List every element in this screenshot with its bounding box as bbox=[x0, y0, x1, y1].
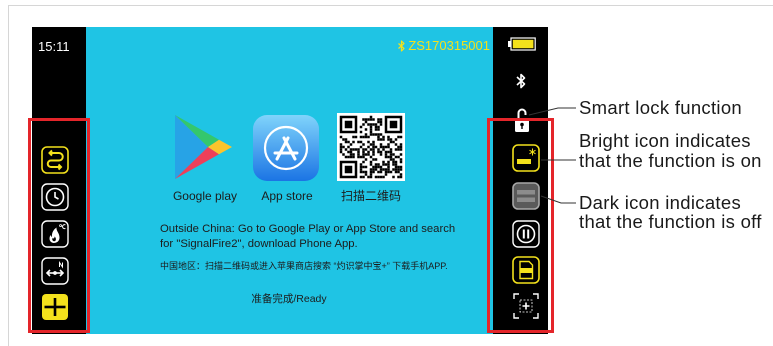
status-message: 准备完成/Ready bbox=[251, 293, 327, 305]
device-id-badge: ZS170315001 bbox=[397, 39, 490, 53]
instruction-line: Outside China: Go to Google Play or App … bbox=[160, 223, 456, 235]
right-toolbar-highlight bbox=[487, 118, 554, 333]
device-screen: 15:11 ZS170315001 Google play App store … bbox=[32, 27, 548, 334]
google-play-icon bbox=[175, 115, 232, 179]
bluetooth-status bbox=[514, 72, 528, 90]
annotation-smart-lock: Smart lock function bbox=[579, 97, 743, 118]
instruction-line: for "SignalFire2", download Phone App. bbox=[160, 238, 358, 250]
left-toolbar-highlight bbox=[28, 118, 90, 333]
battery-indicator bbox=[508, 37, 536, 51]
clock-time: 15:11 bbox=[38, 39, 70, 54]
instructions-english: Outside China: Go to Google Play or App … bbox=[160, 222, 455, 252]
instructions-chinese: 中国地区：扫描二维码或进入苹果商店搜索 “灼识掌中宝+” 下载手机APP. bbox=[160, 261, 448, 271]
main-display: ZS170315001 Google play App store 扫描二维码 … bbox=[86, 27, 493, 334]
annotation-line: that the function is on bbox=[579, 150, 762, 171]
annotation-line: Bright icon indicates bbox=[579, 130, 751, 151]
bluetooth-icon bbox=[398, 40, 405, 52]
device-id: ZS170315001 bbox=[408, 38, 490, 53]
app-store-icon bbox=[253, 115, 319, 181]
google-play-logo bbox=[172, 113, 234, 181]
annotation-line: Dark icon indicates bbox=[579, 192, 741, 213]
annotation-bright-icon: Bright icon indicates that the function … bbox=[579, 131, 762, 171]
qr-code-label: 扫描二维码 bbox=[340, 189, 401, 203]
battery-icon bbox=[508, 37, 536, 51]
bluetooth-icon bbox=[516, 73, 526, 89]
annotation-dark-icon: Dark icon indicates that the function is… bbox=[579, 193, 762, 231]
qr-code bbox=[337, 113, 405, 181]
app-store-logo bbox=[253, 115, 319, 181]
qr-code-icon bbox=[337, 113, 405, 181]
annotation-line: that the function is off bbox=[579, 211, 762, 232]
